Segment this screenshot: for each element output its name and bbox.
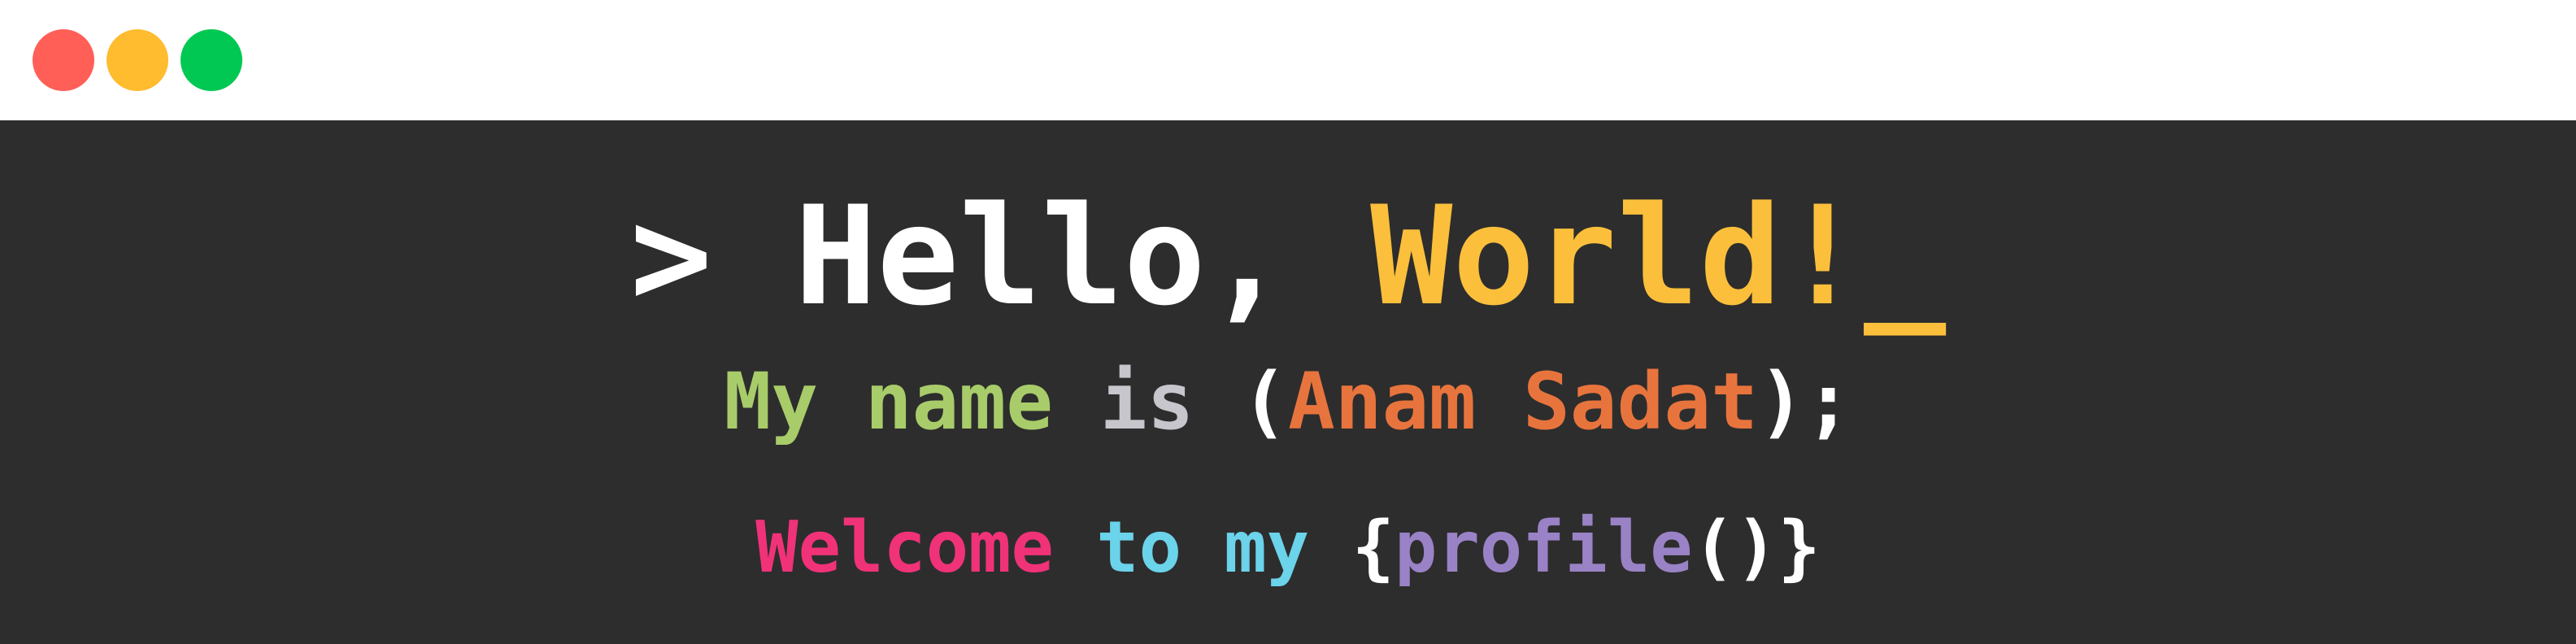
close-brace: } [1778,506,1821,589]
keyword-name: name [864,356,1054,447]
greeting-line: > Hello, World!_ [0,171,2576,342]
semicolon: ; [1804,356,1852,447]
name-line: My name is (Anam Sadat); [0,352,2576,451]
close-paren: ) [1757,356,1805,447]
minimize-button[interactable] [107,29,168,91]
keyword-welcome: Welcome [755,506,1054,589]
close-button[interactable] [33,29,94,91]
keyword-my: My [724,356,819,447]
keyword-my-2: my [1224,506,1310,589]
function-profile: profile [1394,506,1693,589]
cursor: _ [1864,176,1947,336]
prompt-icon: > [629,176,712,336]
name-value: Anam Sadat [1288,356,1758,447]
title-bar [0,0,2576,120]
open-brace: { [1351,506,1395,589]
welcome-line: Welcome to my {profile()} [0,498,2576,597]
world-text: World! [1370,176,1865,336]
terminal-content: > Hello, World!_ My name is (Anam Sadat)… [0,120,2576,644]
call-parens: () [1692,506,1778,589]
zoom-button[interactable] [181,29,242,91]
keyword-to: to [1096,506,1182,589]
hello-text: Hello, [794,176,1288,336]
open-paren: ( [1241,356,1288,447]
keyword-is: is [1099,356,1194,447]
terminal-window: > Hello, World!_ My name is (Anam Sadat)… [0,0,2576,644]
